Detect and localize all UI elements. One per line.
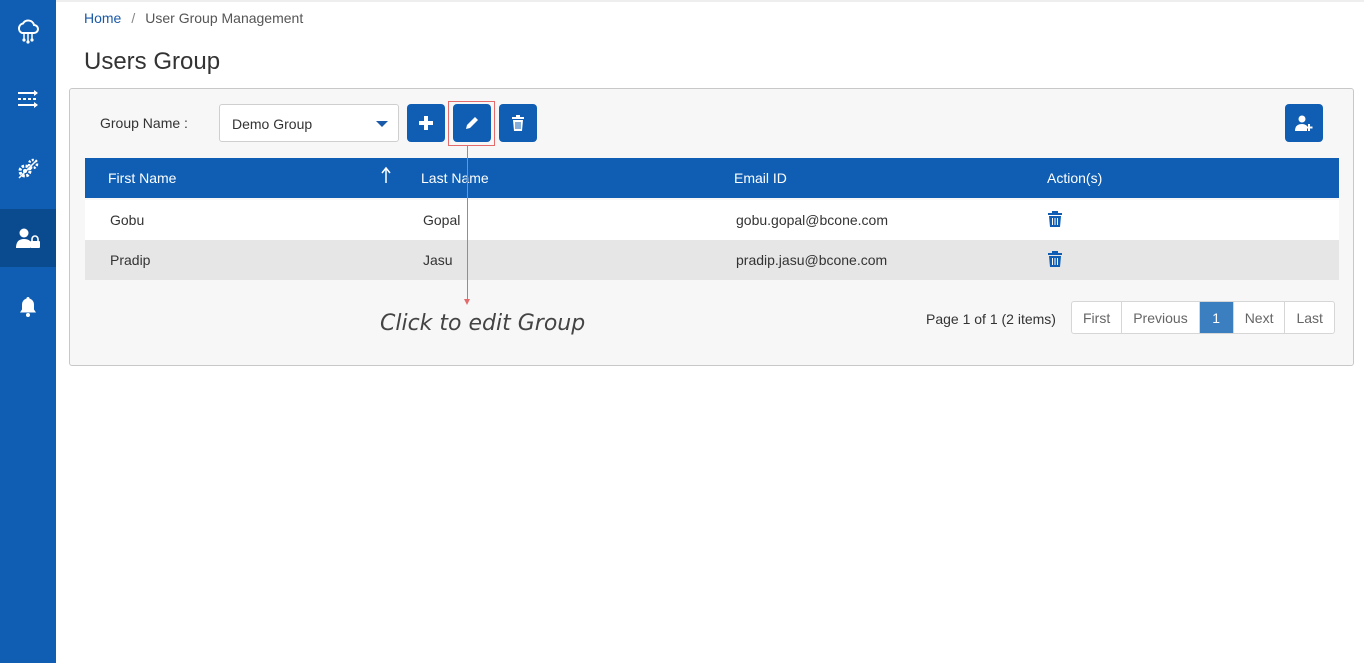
cloud-network-icon [17, 19, 39, 44]
page-title: Users Group [84, 48, 221, 75]
table-row: Pradip Jasu pradip.jasu@bcone.com [85, 240, 1339, 280]
top-divider [56, 0, 1364, 2]
sort-up-icon[interactable] [381, 166, 391, 184]
column-header-first-name[interactable]: First Name [108, 170, 176, 186]
annotation-text: Click to edit Group [380, 311, 586, 336]
table-header: First Name Last Name Email ID Action(s) [85, 158, 1339, 198]
pagination: First Previous 1 Next Last [1071, 301, 1335, 334]
annotation-arrow-line [467, 146, 468, 301]
bell-icon [20, 297, 36, 317]
page-last-button[interactable]: Last [1284, 302, 1333, 333]
sidebar-item-settings[interactable] [0, 140, 56, 198]
edit-group-button[interactable] [453, 104, 491, 142]
sidebar-item-cloud[interactable] [0, 2, 56, 60]
add-group-button[interactable] [407, 104, 445, 142]
pagination-info: Page 1 of 1 (2 items) [926, 311, 1056, 327]
group-name-label: Group Name : [100, 115, 188, 131]
user-group-panel: Group Name : Demo Group First Name Last … [69, 88, 1354, 366]
column-header-actions: Action(s) [1047, 170, 1103, 186]
cell-first-name: Gobu [110, 212, 145, 228]
cell-first-name: Pradip [110, 252, 151, 268]
breadcrumb-separator: / [131, 10, 136, 26]
cell-email: gobu.gopal@bcone.com [736, 212, 888, 228]
sidebar-item-user-group[interactable] [0, 209, 56, 267]
cell-last-name: Gopal [423, 212, 461, 228]
delete-group-button[interactable] [499, 104, 537, 142]
sidebar-item-workflow[interactable] [0, 70, 56, 128]
page-previous-button[interactable]: Previous [1121, 302, 1198, 333]
plus-icon [419, 116, 433, 130]
page-first-button[interactable]: First [1072, 302, 1121, 333]
breadcrumb-current: User Group Management [145, 10, 304, 26]
column-header-email[interactable]: Email ID [734, 170, 787, 186]
cell-email: pradip.jasu@bcone.com [736, 252, 888, 268]
group-name-select[interactable]: Demo Group [219, 104, 399, 142]
shuffle-icon [18, 90, 38, 108]
column-header-last-name[interactable]: Last Name [421, 170, 489, 186]
user-lock-icon [16, 228, 40, 248]
breadcrumb: Home / User Group Management [84, 10, 303, 26]
pencil-icon [466, 117, 478, 129]
chevron-down-icon [376, 121, 388, 127]
user-plus-icon [1295, 115, 1313, 131]
annotation-arrow-head [464, 299, 470, 305]
page-current-button[interactable]: 1 [1198, 302, 1233, 333]
trash-icon [512, 115, 524, 131]
sidebar [0, 0, 56, 663]
trash-icon[interactable] [1047, 250, 1063, 268]
page-next-button[interactable]: Next [1232, 302, 1285, 333]
group-name-value: Demo Group [232, 116, 313, 132]
gears-icon [18, 158, 39, 179]
cell-last-name: Jasu [423, 252, 453, 268]
breadcrumb-home-link[interactable]: Home [84, 10, 121, 26]
sidebar-item-notifications[interactable] [0, 278, 56, 336]
add-user-button[interactable] [1285, 104, 1323, 142]
trash-icon[interactable] [1047, 210, 1063, 228]
table-row: Gobu Gopal gobu.gopal@bcone.com [85, 200, 1339, 240]
